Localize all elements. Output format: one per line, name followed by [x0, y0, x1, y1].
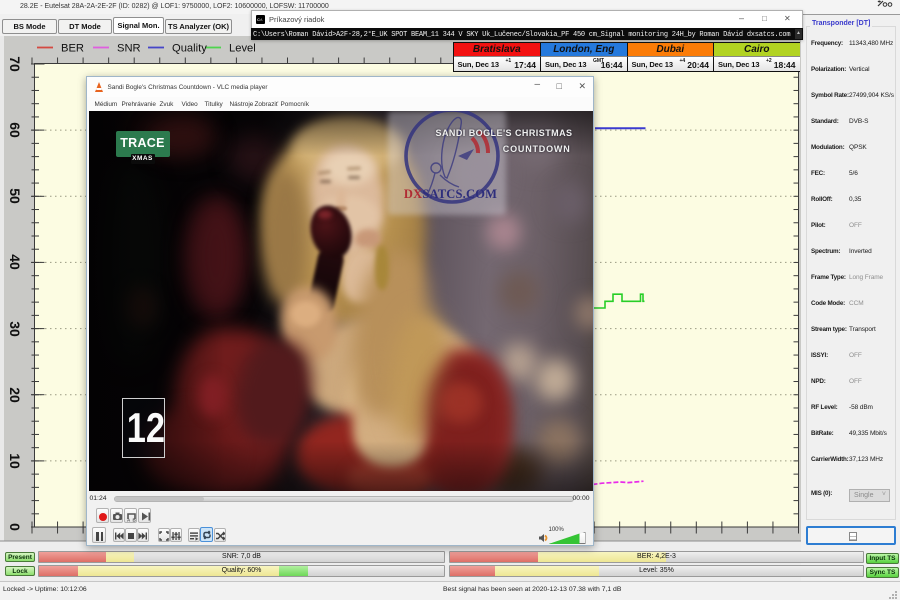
- svg-text:50: 50: [7, 188, 23, 204]
- svg-text:70: 70: [7, 56, 23, 72]
- svg-text:40: 40: [7, 254, 23, 270]
- svg-text:20: 20: [7, 387, 23, 403]
- svg-text:B: B: [132, 518, 136, 523]
- svg-text:Quality: Quality: [172, 43, 207, 55]
- svg-text:10: 10: [7, 453, 23, 469]
- svg-text:BER: BER: [61, 43, 84, 55]
- svg-text:SNR: SNR: [117, 43, 141, 55]
- svg-text:30: 30: [7, 321, 23, 337]
- svg-text:Level: Level: [229, 43, 256, 55]
- svg-text:0: 0: [7, 523, 23, 531]
- svg-text:A: A: [127, 518, 131, 523]
- svg-text:60: 60: [7, 122, 23, 138]
